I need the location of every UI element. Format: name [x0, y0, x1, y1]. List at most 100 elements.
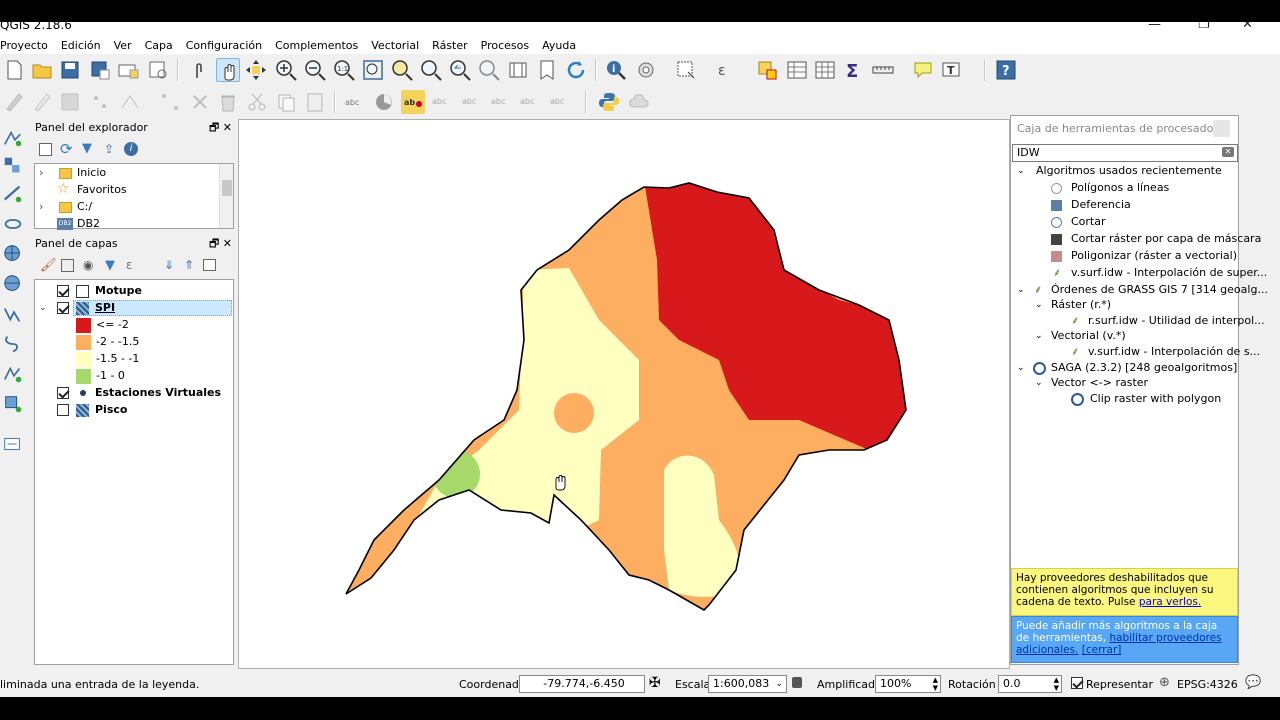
add-wms-layer-icon[interactable] — [2, 243, 24, 265]
save-edits-icon[interactable] — [58, 90, 82, 114]
expand-all-icon[interactable]: ⇓ — [164, 258, 174, 272]
menu-edicion[interactable]: Edición — [61, 39, 101, 52]
rotation-spinbox[interactable]: 0.0 ▲ ▼ — [998, 675, 1062, 693]
show-disabled-link[interactable]: para verlos. — [1139, 596, 1201, 608]
manage-visibility-icon[interactable]: ◉ — [83, 258, 93, 272]
zoom-last-icon[interactable] — [448, 58, 472, 82]
spinner-arrows-icon[interactable]: ▲ ▼ — [933, 676, 938, 692]
refresh-icon[interactable] — [564, 58, 588, 82]
current-edits-icon[interactable] — [2, 90, 26, 114]
add-delimited-text-layer-icon[interactable] — [2, 127, 24, 149]
menu-configuracion[interactable]: Configuración — [186, 39, 262, 52]
menu-ver[interactable]: Ver — [114, 39, 132, 52]
add-wcs-layer-icon[interactable] — [2, 273, 24, 295]
close-panel-icon[interactable] — [1213, 120, 1230, 137]
rotate-label-icon[interactable]: abc — [518, 90, 542, 114]
copy-features-icon[interactable] — [274, 90, 298, 114]
menu-procesos[interactable]: Procesos — [481, 39, 529, 52]
show-labels-icon[interactable]: abc — [460, 90, 484, 114]
delete-selected-icon[interactable] — [188, 90, 212, 114]
refresh-browser-icon[interactable]: ⟳ — [60, 140, 73, 158]
collapse-arrow-icon[interactable]: ⌄ — [39, 300, 47, 316]
expand-arrow-icon[interactable]: › — [39, 165, 43, 181]
measure-line-icon[interactable] — [871, 58, 895, 82]
float-panel-icon[interactable]: 🗗 — [209, 121, 219, 134]
zoom-full-icon[interactable] — [361, 58, 385, 82]
select-features-icon[interactable] — [674, 58, 698, 82]
add-postgis-layer-icon[interactable] — [2, 183, 24, 205]
browser-scrollbar[interactable] — [219, 164, 233, 228]
deselect-all-icon[interactable] — [755, 58, 779, 82]
pin-labels-icon[interactable]: abc — [430, 90, 454, 114]
add-virtual-layer-icon[interactable] — [2, 333, 24, 355]
new-bookmark-icon[interactable] — [535, 58, 559, 82]
composer-manager-icon[interactable] — [146, 58, 170, 82]
zoom-native-icon[interactable]: 1:1 — [332, 58, 356, 82]
zoom-next-icon[interactable] — [477, 58, 501, 82]
statistics-sum-icon[interactable]: Σ — [842, 58, 866, 82]
properties-info-icon[interactable]: i — [124, 142, 138, 156]
coordinate-toggle-icon[interactable]: ✠ — [649, 675, 661, 691]
attribute-table-icon[interactable] — [785, 58, 809, 82]
float-panel-icon[interactable]: 🗗 — [209, 237, 219, 250]
add-selected-layer-icon[interactable] — [39, 143, 52, 156]
messages-icon[interactable]: 💬 — [1245, 675, 1261, 690]
maximize-button[interactable]: ❐ — [1198, 22, 1210, 32]
save-as-icon[interactable] — [88, 58, 112, 82]
open-project-icon[interactable] — [30, 58, 54, 82]
processing-search-input[interactable]: IDW ✕ — [1012, 144, 1238, 162]
magnifier-spinbox[interactable]: 100% ▲ ▼ — [875, 675, 941, 693]
collapse-arrow-icon[interactable]: ⌄ — [1035, 375, 1043, 391]
cut-features-icon[interactable] — [245, 90, 269, 114]
close-notice-link[interactable]: [cerrar] — [1082, 644, 1122, 656]
new-shapefile-icon[interactable] — [2, 363, 24, 385]
map-tips-icon[interactable] — [911, 58, 935, 82]
layer-diagram-icon[interactable] — [372, 90, 396, 114]
layer-labeling-icon[interactable]: abc — [343, 90, 367, 114]
menu-capa[interactable]: Capa — [145, 39, 173, 52]
scale-select[interactable]: 1:600,083 ⌄ — [708, 675, 787, 693]
layer-row-pisco[interactable]: Pisco — [35, 402, 233, 418]
move-feature-icon[interactable] — [118, 90, 142, 114]
spinner-arrows-icon[interactable]: ▲ ▼ — [1054, 676, 1059, 692]
expand-arrow-icon[interactable]: › — [39, 199, 43, 215]
text-annotation-icon[interactable]: T — [940, 58, 964, 82]
new-spatialite-icon[interactable] — [2, 393, 24, 415]
layer-row-motupe[interactable]: Motupe — [35, 283, 233, 299]
layer-visibility-checkbox[interactable] — [57, 302, 69, 314]
layer-visibility-checkbox[interactable] — [57, 285, 69, 297]
collapse-all-icon[interactable]: ⇑ — [184, 258, 194, 272]
coordinate-field[interactable]: -79.774,-6.450 — [519, 675, 645, 693]
new-project-icon[interactable] — [2, 58, 26, 82]
save-project-icon[interactable] — [58, 58, 82, 82]
collapse-arrow-icon[interactable]: ⌄ — [1035, 297, 1043, 313]
pan-to-selection-icon[interactable] — [244, 58, 268, 82]
select-by-expression-icon[interactable]: ε — [714, 58, 738, 82]
add-raster-layer-icon[interactable] — [2, 155, 24, 177]
new-map-view-icon[interactable] — [506, 58, 530, 82]
field-calculator-icon[interactable] — [813, 58, 837, 82]
touch-zoom-icon[interactable] — [187, 58, 211, 82]
paste-features-icon[interactable] — [303, 90, 327, 114]
add-spatialite-layer-icon[interactable] — [2, 213, 24, 235]
pan-map-icon[interactable] — [216, 58, 240, 82]
collapse-all-icon[interactable]: ⇪ — [104, 142, 114, 156]
run-feature-action-icon[interactable] — [634, 58, 658, 82]
styling-brush-icon[interactable]: 🖌 — [40, 258, 57, 273]
layer-visibility-checkbox[interactable] — [57, 387, 69, 399]
close-window-button[interactable]: ✕ — [1242, 22, 1253, 32]
filter-browser-icon[interactable]: ▼ — [82, 141, 92, 156]
lock-icon[interactable] — [792, 677, 802, 688]
map-canvas[interactable] — [238, 119, 1010, 669]
layer-visibility-checkbox[interactable] — [57, 404, 69, 416]
new-temporary-layer-icon[interactable] — [2, 433, 24, 455]
zoom-to-layer-icon[interactable] — [390, 58, 414, 82]
move-label-icon[interactable]: abc — [489, 90, 513, 114]
new-print-composer-icon[interactable] — [116, 58, 140, 82]
add-feature-icon[interactable] — [88, 90, 112, 114]
trash-icon[interactable] — [216, 90, 240, 114]
add-group-icon[interactable] — [61, 259, 74, 272]
collapse-arrow-icon[interactable]: ⌄ — [1035, 328, 1043, 344]
collapse-arrow-icon[interactable]: ⌄ — [1017, 163, 1025, 179]
menu-raster[interactable]: Ráster — [432, 39, 467, 52]
